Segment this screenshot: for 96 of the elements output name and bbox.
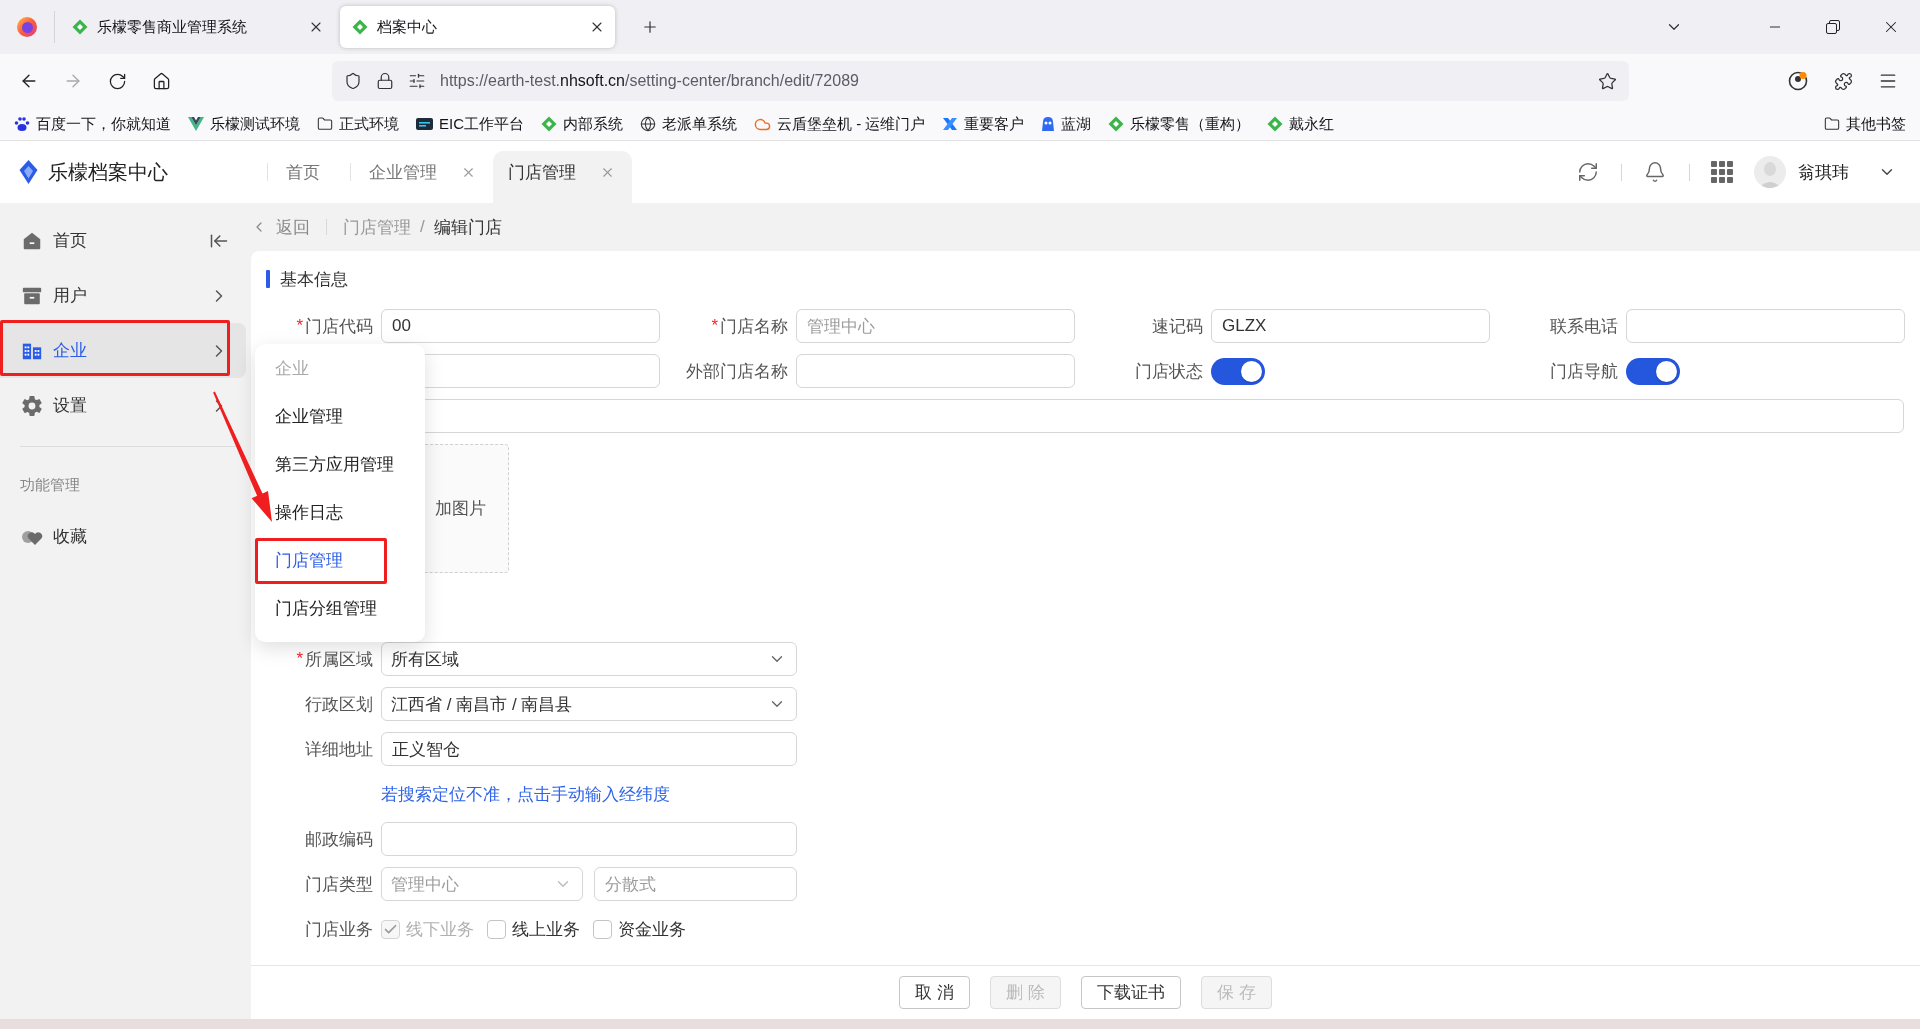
breadcrumb-current: 编辑门店 xyxy=(433,216,502,239)
bookmark[interactable]: 正式环境 xyxy=(317,114,399,134)
sidebar-item[interactable]: 用户 xyxy=(0,268,246,323)
page-tab[interactable]: 企业管理 xyxy=(351,151,493,203)
sidebar-item[interactable]: 设置 xyxy=(0,378,246,433)
field-label: 联系电话 xyxy=(1550,315,1618,338)
section-title: 基本信息 xyxy=(280,268,348,291)
browser-tab[interactable]: 乐檬零售商业管理系统 xyxy=(55,6,334,48)
puzzle-icon[interactable] xyxy=(1833,71,1853,91)
shield-icon[interactable] xyxy=(344,72,362,90)
footer-button[interactable]: 取 消 xyxy=(899,976,971,1009)
bookmark[interactable]: 戴永红 xyxy=(1267,114,1335,134)
bookmark[interactable]: 老派单系统 xyxy=(640,114,737,134)
field-label: 门店名称 xyxy=(720,315,788,338)
required-mark: * xyxy=(296,649,303,669)
select-field[interactable]: 所有区域 xyxy=(381,642,797,676)
bookmark[interactable]: 蓝湖 xyxy=(1041,114,1092,134)
diamond-logo-icon xyxy=(1267,116,1284,132)
breadcrumb-separator: / xyxy=(420,217,425,237)
address-bar[interactable]: https://earth-test.nhsoft.cn/setting-center/branch/edit/72089 xyxy=(332,61,1629,101)
section-heading: 功能管理 xyxy=(20,475,81,495)
toggle-switch[interactable] xyxy=(1626,357,1680,385)
field-label: 门店代码 xyxy=(305,315,373,338)
menu-item[interactable]: 门店分组管理 xyxy=(255,584,425,632)
x-shape-icon xyxy=(942,116,959,132)
bookmark[interactable]: 云盾堡垒机 - 运维门户 xyxy=(754,114,926,134)
bookmark[interactable]: 百度一下，你就知道 xyxy=(14,114,171,134)
text-input[interactable]: GLZX xyxy=(1211,309,1490,343)
footer-button[interactable]: 下载证书 xyxy=(1080,976,1181,1009)
settings-icon xyxy=(21,394,43,417)
bookmark[interactable]: 内部系统 xyxy=(541,114,623,134)
checkbox-label[interactable]: 资金业务 xyxy=(618,917,686,941)
sidebar-item[interactable]: 首页 xyxy=(0,213,246,268)
bookmark[interactable]: EIC工作平台 xyxy=(416,114,524,134)
account-icon[interactable] xyxy=(1788,71,1808,91)
field-label: 行政区划 xyxy=(305,693,373,716)
home-icon[interactable] xyxy=(151,71,171,91)
toggle-switch[interactable] xyxy=(1211,357,1265,385)
url-text[interactable]: https://earth-test.nhsoft.cn/setting-center/branch/edit/72089 xyxy=(440,72,859,90)
sidebar-item[interactable]: 收藏 xyxy=(0,509,246,564)
dark-badge-icon xyxy=(416,118,433,130)
field-label: 详细地址 xyxy=(305,738,373,761)
diamond-logo-icon xyxy=(1108,116,1125,132)
field-label: 所属区域 xyxy=(305,648,373,671)
v-logo-icon xyxy=(188,117,204,131)
reload-icon[interactable] xyxy=(107,71,127,91)
paw-icon xyxy=(14,116,30,132)
field-label: 门店状态 xyxy=(1135,360,1203,383)
sidebar-item[interactable]: 企业 xyxy=(0,323,246,378)
required-mark: * xyxy=(296,316,303,336)
text-input[interactable] xyxy=(796,354,1075,388)
checkbox-label[interactable]: 线上业务 xyxy=(512,917,580,941)
text-input[interactable]: 00 xyxy=(381,309,660,343)
accent-bar-icon xyxy=(266,270,270,288)
text-input[interactable] xyxy=(1626,309,1905,343)
folder-icon xyxy=(1824,116,1840,132)
user-name[interactable]: 翁琪玮 xyxy=(1798,160,1849,184)
select-field[interactable]: 江西省 / 南昌市 / 南昌县 xyxy=(381,687,797,721)
text-input[interactable]: 正义智仓 xyxy=(381,732,797,766)
text-input[interactable] xyxy=(381,822,797,856)
app-logo-icon xyxy=(19,160,38,184)
diamond-logo-icon xyxy=(352,19,368,35)
page-tab[interactable]: 门店管理 xyxy=(493,151,632,203)
checkbox[interactable] xyxy=(487,919,506,939)
field-label: 门店类型 xyxy=(305,873,373,896)
browser-logo-icon[interactable] xyxy=(17,17,37,37)
app-title: 乐檬档案中心 xyxy=(48,159,168,185)
lock-icon[interactable] xyxy=(376,72,394,90)
restore-window-icon[interactable] xyxy=(1826,20,1840,34)
mascot-icon xyxy=(1041,116,1056,132)
bookmark-star-icon[interactable] xyxy=(1598,71,1617,91)
folder-icon xyxy=(317,116,333,132)
bookmark[interactable]: 乐檬零售（重构） xyxy=(1108,114,1251,134)
bookmark[interactable]: 重要客户 xyxy=(942,114,1025,134)
diamond-logo-icon xyxy=(541,116,557,132)
diamond-logo-icon xyxy=(72,19,88,35)
page-tab[interactable]: 首页 xyxy=(268,151,350,203)
bookmark[interactable]: 乐檬测试环境 xyxy=(188,114,300,134)
globe-icon xyxy=(640,116,656,132)
plus-icon[interactable] xyxy=(641,18,659,36)
browser-tab[interactable]: 档案中心 xyxy=(340,6,615,48)
field-label: 门店导航 xyxy=(1550,360,1618,383)
field-label: 外部门店名称 xyxy=(686,360,788,383)
field-label: 门店业务 xyxy=(305,918,373,941)
refresh-icon[interactable] xyxy=(1577,161,1599,183)
sliders-icon[interactable] xyxy=(408,72,426,90)
checkbox[interactable] xyxy=(593,919,612,939)
menu-heading: 企业 xyxy=(274,357,310,380)
bookmark-folder[interactable]: 其他书签 xyxy=(1824,114,1906,134)
field-label: 邮政编码 xyxy=(305,828,373,851)
bell-icon[interactable] xyxy=(1644,161,1666,183)
manual-coordinates-link[interactable]: 若搜索定位不准，点击手动输入经纬度 xyxy=(381,782,670,806)
required-mark: * xyxy=(711,316,718,336)
app-grid-icon[interactable] xyxy=(1711,161,1733,183)
menu-item[interactable]: 企业管理 xyxy=(255,392,425,440)
field-label: 速记码 xyxy=(1152,315,1203,338)
